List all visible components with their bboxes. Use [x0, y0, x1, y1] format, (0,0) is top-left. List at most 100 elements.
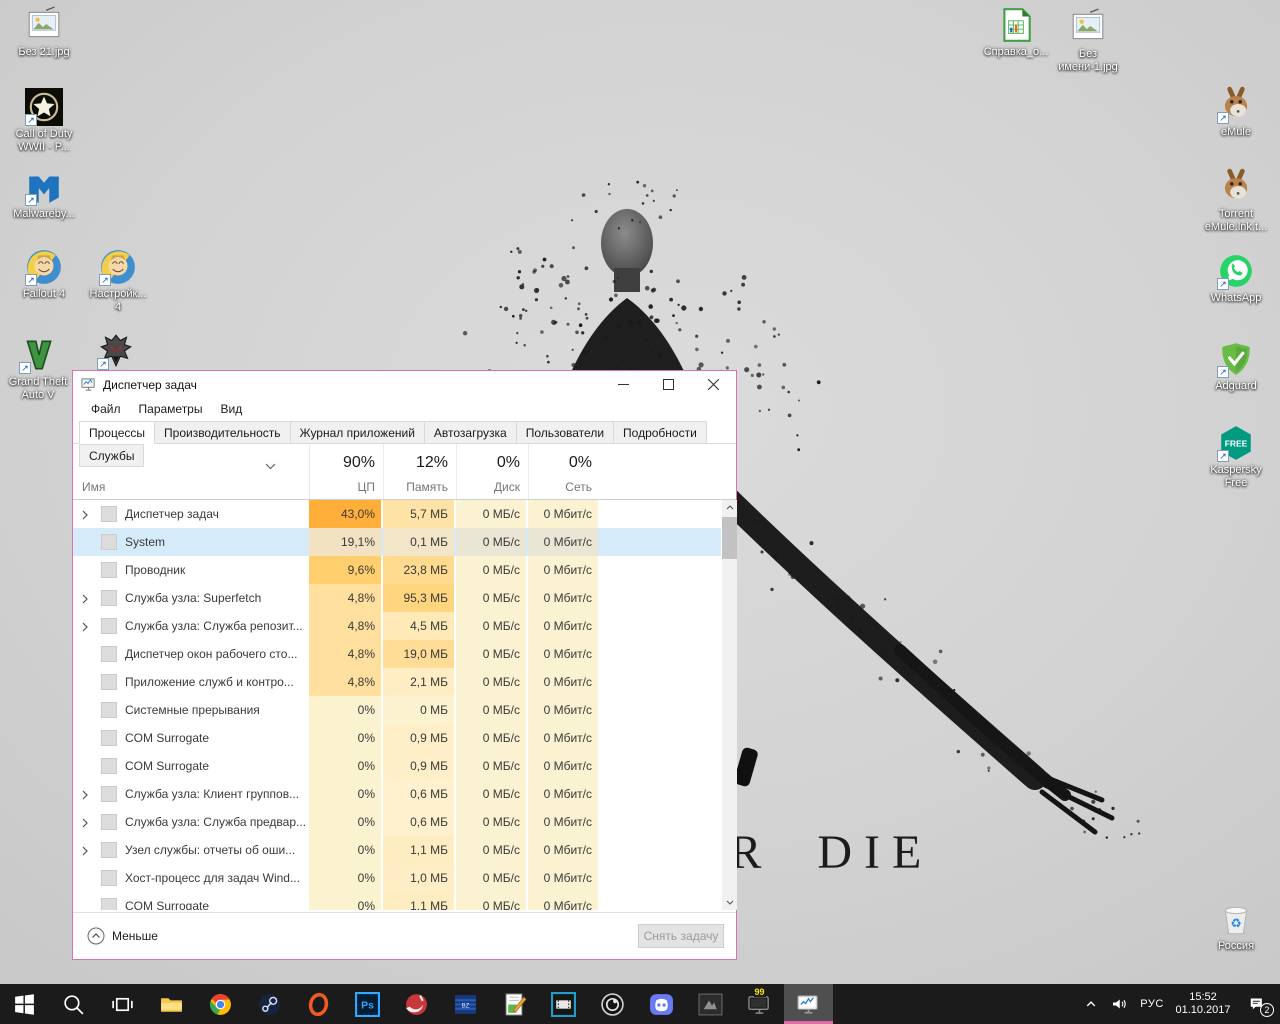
- desktop-icon-adguard-5[interactable]: ↗Adguard: [1202, 340, 1270, 393]
- desktop-icon-vault-boy-4[interactable]: ↗Настройк... 4: [84, 248, 152, 314]
- process-icon: [101, 758, 117, 774]
- desktop-icon-gta-v-5[interactable]: ↗Grand Theft Auto V: [4, 336, 72, 402]
- desktop-icon-libre-calc-0[interactable]: Справка_о...: [982, 6, 1050, 59]
- scroll-up-icon[interactable]: [722, 500, 737, 515]
- process-row[interactable]: Системные прерывания0%0 МБ0 МБ/с0 Мбит/с: [73, 696, 721, 724]
- process-row[interactable]: Хост-процесс для задач Wind...0%1,0 МБ0 …: [73, 864, 721, 892]
- process-row[interactable]: Диспетчер окон рабочего сто...4,8%19,0 М…: [73, 640, 721, 668]
- menu-item[interactable]: Параметры: [130, 398, 212, 416]
- clock[interactable]: 15:52 01.10.2017: [1170, 991, 1236, 1017]
- expand-chevron-icon[interactable]: [81, 789, 89, 799]
- taskbar-graphics-settings-icon[interactable]: [686, 984, 735, 1024]
- column-header-network[interactable]: 0% Сеть: [528, 444, 598, 499]
- column-header-disk[interactable]: 0% Диск: [456, 444, 526, 499]
- process-row[interactable]: Проводник9,6%23,8 МБ0 МБ/с0 Мбит/с: [73, 556, 721, 584]
- hidden-icons-chevron-icon[interactable]: [1078, 984, 1104, 1024]
- taskbar-notes-editor-icon[interactable]: [490, 984, 539, 1024]
- desktop-icon-malwarebytes-m-2[interactable]: ↗Malwareby...: [10, 168, 78, 221]
- process-row[interactable]: System19,1%0,1 МБ0 МБ/с0 Мбит/с: [73, 528, 721, 556]
- cpu-cell: 4,8%: [309, 584, 381, 612]
- taskbar-file-explorer-icon[interactable]: [147, 984, 196, 1024]
- process-name: Хост-процесс для задач Wind...: [125, 864, 300, 892]
- tab[interactable]: Процессы: [79, 421, 155, 444]
- cpu-cell: 0%: [309, 696, 381, 724]
- tab[interactable]: Производительность: [154, 421, 290, 444]
- maximize-button[interactable]: [646, 371, 691, 398]
- language-indicator[interactable]: РУС: [1134, 984, 1170, 1024]
- expand-chevron-icon[interactable]: [81, 621, 89, 631]
- expand-chevron-icon: [81, 565, 89, 575]
- taskbar-video-editor-icon[interactable]: [539, 984, 588, 1024]
- menu-item[interactable]: Вид: [211, 398, 251, 416]
- chevron-up-circle-icon: [87, 927, 105, 945]
- tab[interactable]: Журнал приложений: [290, 421, 425, 444]
- process-row[interactable]: Диспетчер задач43,0%5,7 МБ0 МБ/с0 Мбит/с: [73, 500, 721, 528]
- disk-cell: 0 МБ/с: [456, 528, 526, 556]
- process-row[interactable]: Служба узла: Служба репозит...4,8%4,5 МБ…: [73, 612, 721, 640]
- process-row[interactable]: Служба узла: Клиент группов...0%0,6 МБ0 …: [73, 780, 721, 808]
- shortcut-arrow-icon: ↗: [99, 274, 111, 286]
- expand-chevron-icon[interactable]: [81, 845, 89, 855]
- task-manager-window: Диспетчер задач ФайлПараметрыВид Процесс…: [72, 370, 737, 960]
- taskbar-chrome-icon[interactable]: [196, 984, 245, 1024]
- desktop-icon-image-file-1[interactable]: Без имени-1.jpg: [1054, 8, 1122, 74]
- title-bar[interactable]: Диспетчер задач: [73, 371, 736, 398]
- scrollbar[interactable]: [722, 500, 737, 910]
- desktop-icon-recycle-bin-7[interactable]: ♻Россия: [1202, 900, 1270, 953]
- expand-chevron-icon[interactable]: [81, 593, 89, 603]
- taskbar-task-view-icon[interactable]: [98, 984, 147, 1024]
- menu-item[interactable]: Файл: [82, 398, 130, 416]
- process-row[interactable]: COM Surrogate0%1,1 МБ0 МБ/с0 Мбит/с: [73, 892, 721, 910]
- scroll-down-icon[interactable]: [722, 895, 737, 910]
- desktop-icon-kaspersky-free-6[interactable]: FREE↗Kaspersky Free: [1202, 424, 1270, 490]
- process-icon: [101, 730, 117, 746]
- scrollbar-thumb[interactable]: [722, 517, 737, 559]
- taskbar-obs-studio-icon[interactable]: [588, 984, 637, 1024]
- desktop-icon-whatsapp-4[interactable]: ↗WhatsApp: [1202, 252, 1270, 305]
- task-manager-app-icon: [81, 377, 96, 392]
- desktop-icon-emule-donkey-3[interactable]: Torrent eMule.lnk.t...: [1202, 168, 1270, 234]
- process-list: Диспетчер задач43,0%5,7 МБ0 МБ/с0 Мбит/с…: [73, 500, 721, 910]
- taskbar-steam-icon[interactable]: [245, 984, 294, 1024]
- minimize-button[interactable]: [601, 371, 646, 398]
- tab[interactable]: Автозагрузка: [424, 421, 517, 444]
- net-cell: 0 Мбит/с: [528, 528, 598, 556]
- end-task-button[interactable]: Снять задачу: [638, 924, 724, 948]
- expand-chevron-icon: [81, 761, 89, 771]
- process-row[interactable]: Служба узла: Служба предвар...0%0,6 МБ0 …: [73, 808, 721, 836]
- desktop-icon-witcher-wolf-6[interactable]: ↗: [82, 332, 150, 372]
- fewer-details-button[interactable]: Меньше: [87, 927, 158, 945]
- taskbar-task-manager-icon[interactable]: [784, 984, 833, 1024]
- taskbar-monitor-meter-icon[interactable]: 99: [735, 984, 784, 1024]
- desktop-icon-cod-star-1[interactable]: ↗Call of Duty WWII - P...: [10, 88, 78, 154]
- taskbar-origin-icon[interactable]: [294, 984, 343, 1024]
- taskbar-search-icon[interactable]: [49, 984, 98, 1024]
- volume-icon[interactable]: [1104, 984, 1134, 1024]
- process-row[interactable]: COM Surrogate0%0,9 МБ0 МБ/с0 Мбит/с: [73, 724, 721, 752]
- close-button[interactable]: [691, 371, 736, 398]
- net-cell: 0 Мбит/с: [528, 892, 598, 910]
- taskbar-bandizip-icon[interactable]: BZ: [441, 984, 490, 1024]
- action-center-icon[interactable]: 2: [1236, 984, 1278, 1024]
- tab[interactable]: Пользователи: [516, 421, 614, 444]
- process-row[interactable]: Служба узла: Superfetch4,8%95,3 МБ0 МБ/с…: [73, 584, 721, 612]
- column-header-name[interactable]: Имя: [82, 480, 105, 494]
- tab[interactable]: Подробности: [613, 421, 707, 444]
- column-header-memory[interactable]: 12% Память: [383, 444, 454, 499]
- cpu-cell: 0%: [309, 780, 381, 808]
- desktop-icon-label: Без 21.jpg: [10, 46, 78, 59]
- taskbar-discord-icon[interactable]: [637, 984, 686, 1024]
- desktop-icon-emule-donkey-2[interactable]: ↗eMule: [1202, 86, 1270, 139]
- process-row[interactable]: Узел службы: отчеты об оши...0%1,1 МБ0 М…: [73, 836, 721, 864]
- taskbar-start-icon[interactable]: [0, 984, 49, 1024]
- desktop-icon-image-file-0[interactable]: Без 21.jpg: [10, 6, 78, 59]
- net-cell: 0 Мбит/с: [528, 780, 598, 808]
- expand-chevron-icon[interactable]: [81, 817, 89, 827]
- process-row[interactable]: COM Surrogate0%0,9 МБ0 МБ/с0 Мбит/с: [73, 752, 721, 780]
- process-row[interactable]: Приложение служб и контро...4,8%2,1 МБ0 …: [73, 668, 721, 696]
- taskbar-photoshop-icon[interactable]: Ps: [343, 984, 392, 1024]
- desktop-icon-vault-boy-3[interactable]: ↗Fallout 4: [10, 248, 78, 301]
- taskbar-ccleaner-icon[interactable]: [392, 984, 441, 1024]
- column-header-cpu[interactable]: 90% ЦП: [309, 444, 381, 499]
- expand-chevron-icon[interactable]: [81, 509, 89, 519]
